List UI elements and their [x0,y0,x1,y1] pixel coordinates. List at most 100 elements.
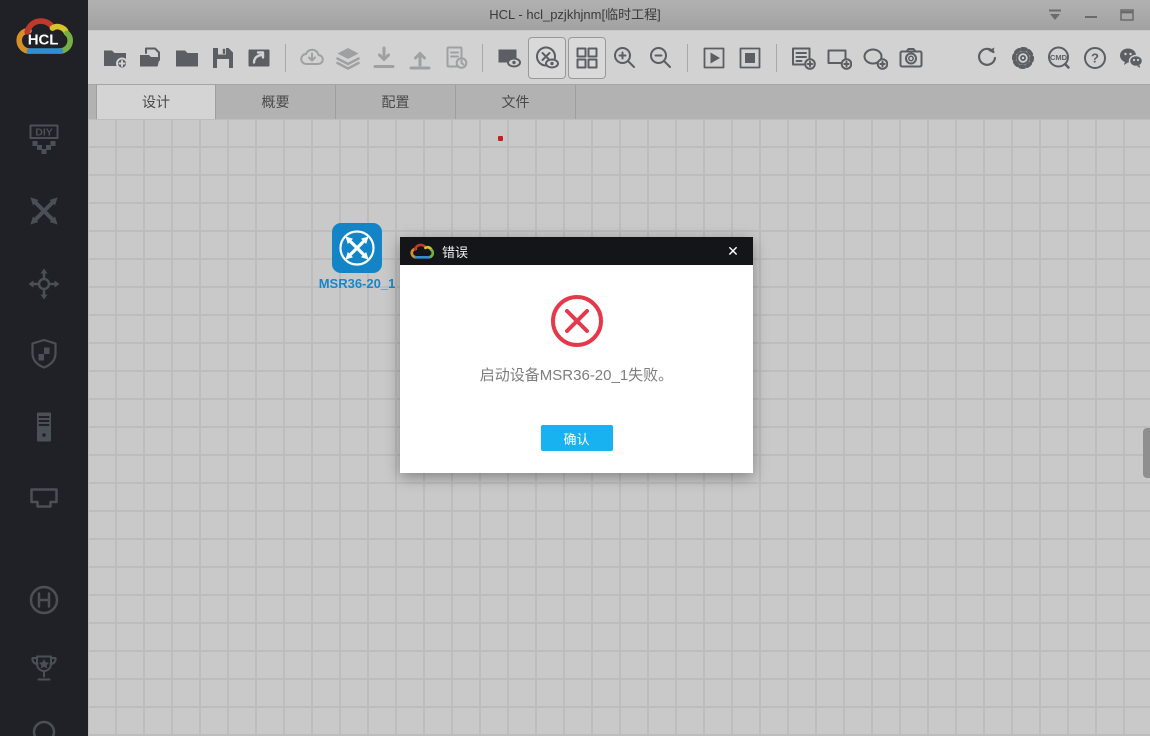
sidebar-item-routers[interactable] [0,193,88,229]
logo-text: HCL [28,31,59,48]
add-note-button[interactable] [786,38,820,78]
layers-button [331,38,365,78]
grid-layout-button[interactable] [568,36,606,79]
start-all-icon [701,45,727,71]
svg-text:CMD: CMD [1050,53,1068,62]
add-note-icon [790,45,816,71]
show-background-button[interactable] [492,38,526,78]
show-background-icon [496,45,522,71]
tab-design[interactable]: 设计 [96,85,216,120]
new-topology-icon [102,45,128,71]
open-project-icon [138,45,164,71]
cloud-download-icon [299,45,325,71]
open-folder-button[interactable] [170,38,204,78]
connection-point-marker [498,136,503,141]
settings-button[interactable] [1006,38,1040,78]
router-icon [26,193,62,229]
save-icon [210,45,236,71]
firewall-icon [26,337,62,373]
grid-layout-icon [574,45,600,71]
server-icon [26,409,62,445]
cloud-download-button [295,38,329,78]
layers-icon [335,45,361,71]
wechat-button[interactable] [1114,38,1148,78]
toolbar-separator [285,43,286,72]
doc-history-button [439,38,473,78]
tab-label: 概要 [261,94,290,110]
open-project-button[interactable] [134,38,168,78]
show-interfaces-button[interactable] [528,36,566,79]
import-button [367,38,401,78]
sidebar-item-h3c[interactable] [0,582,88,618]
error-circle-x-icon [549,293,605,349]
export-topology-icon [246,45,272,71]
reset-button[interactable] [970,38,1004,78]
stop-all-button[interactable] [733,38,767,78]
device-node-router[interactable]: MSR36-20_1 [319,223,395,291]
toolbar: CMD? [88,30,1150,84]
tab-files[interactable]: 文件 [456,85,576,120]
error-dialog: 错误 ✕ 启动设备MSR36-20_1失败。 确认 [400,237,753,473]
collapse-toolbar-button[interactable] [1044,0,1066,30]
window-title: HCL - hcl_pzjkhjnm[临时工程] [489,7,661,22]
wechat-icon [1118,45,1144,71]
screenshot-icon [898,45,924,71]
export-topology-button[interactable] [242,38,276,78]
export-icon [407,45,433,71]
confirm-button[interactable]: 确认 [540,425,613,451]
device-label: MSR36-20_1 [318,276,396,291]
connection-icon [26,480,62,516]
add-rectangle-button[interactable] [822,38,856,78]
toolbar-separator [687,43,688,72]
hcl-logo: HCL [15,16,74,63]
cmd-window-icon: CMD [1046,45,1072,71]
sidebar-item-diy-devices[interactable]: DIY [0,122,88,158]
open-folder-icon [174,45,200,71]
add-ellipse-button[interactable] [858,38,892,78]
export-button [403,38,437,78]
trophy-icon [26,650,62,686]
toolbar-separator [482,43,483,72]
sidebar-item-firewalls[interactable] [0,337,88,373]
vertical-scrollbar-thumb[interactable] [1143,428,1150,478]
show-interfaces-icon [534,45,560,71]
import-icon [371,45,397,71]
sidebar-item-search[interactable] [0,718,88,736]
new-topology-button[interactable] [98,38,132,78]
maximize-button[interactable] [1116,0,1138,30]
zoom-in-button[interactable] [608,38,642,78]
sidebar-item-connections[interactable] [0,480,88,516]
error-dialog-title: 错误 [442,244,469,260]
tab-summary[interactable]: 概要 [216,85,336,120]
search-icon [26,718,62,736]
svg-text:DIY: DIY [35,127,53,139]
svg-text:?: ? [1091,50,1099,65]
titlebar: HCL - hcl_pzjkhjnm[临时工程] [88,0,1150,30]
tabbar: 设计 概要 配置 文件 [88,84,1150,120]
add-rectangle-icon [826,45,853,71]
help-button[interactable]: ? [1078,38,1112,78]
router-device-icon [332,223,382,277]
settings-icon [1010,45,1036,71]
close-icon[interactable]: ✕ [723,243,743,260]
cmd-window-button[interactable]: CMD [1042,38,1076,78]
error-message: 启动设备MSR36-20_1失败。 [479,367,674,384]
save-button[interactable] [206,38,240,78]
screenshot-button[interactable] [894,38,928,78]
start-all-button[interactable] [697,38,731,78]
dialog-hcl-logo-icon [410,243,435,260]
zoom-out-button[interactable] [644,38,678,78]
toolbar-separator [776,43,777,72]
tab-label: 文件 [501,94,530,110]
sidebar-item-achievements[interactable] [0,650,88,686]
tab-config[interactable]: 配置 [336,85,456,120]
switch-icon [26,266,62,302]
help-icon: ? [1082,45,1108,71]
sidebar-item-servers[interactable] [0,409,88,445]
error-dialog-body: 启动设备MSR36-20_1失败。 确认 [400,265,753,473]
sidebar: HCL DIY [0,0,88,736]
h3c-icon [26,582,62,618]
minimize-button[interactable] [1080,0,1102,30]
doc-history-icon [443,45,469,71]
sidebar-item-switches[interactable] [0,266,88,302]
